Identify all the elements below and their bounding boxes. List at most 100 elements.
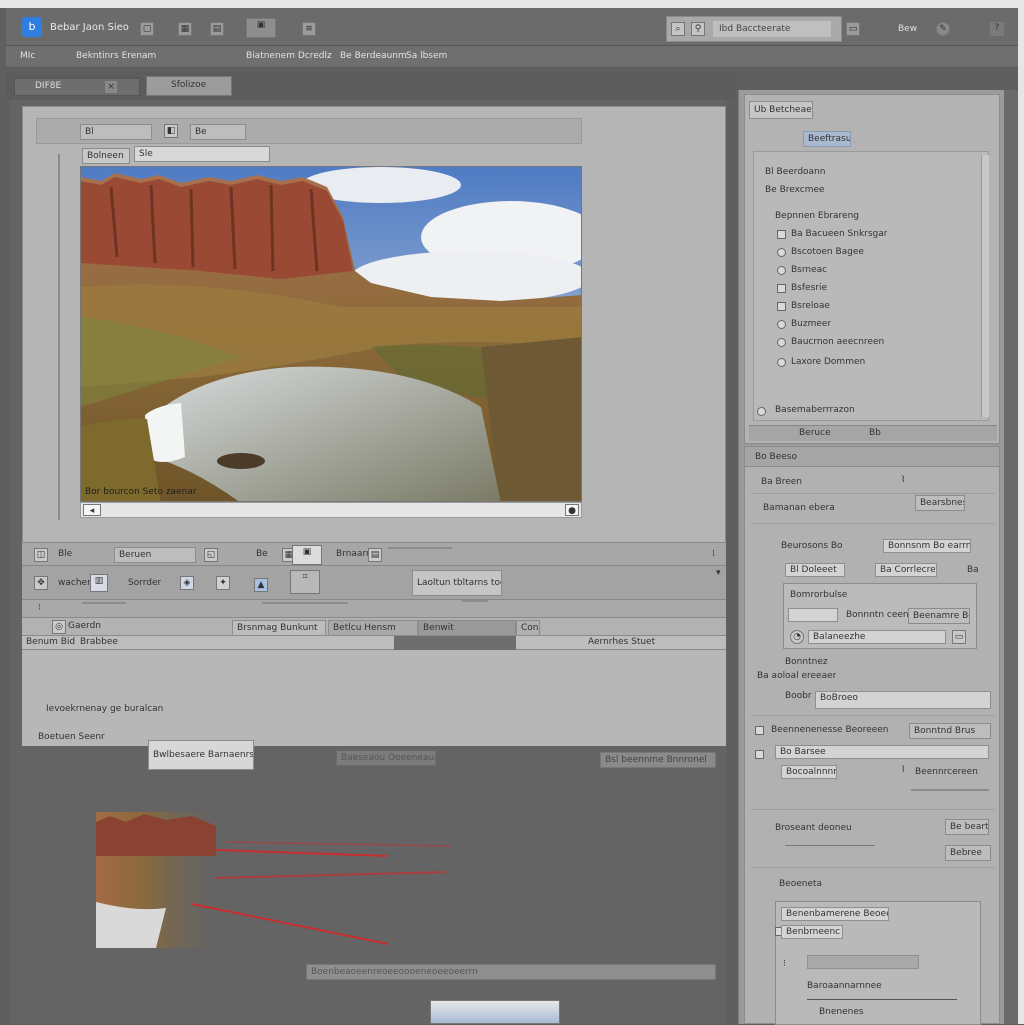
- menu-item-2[interactable]: Bekntinrs Erenam: [76, 51, 156, 61]
- props-section-btn2[interactable]: Bebree: [945, 845, 991, 861]
- props-box-icon[interactable]: ◔: [790, 630, 804, 644]
- panel-tab-active[interactable]: Beeftrasu: [803, 131, 851, 147]
- search-input[interactable]: Ibd Baccteerate: [713, 21, 831, 37]
- layer-tab-3[interactable]: [394, 636, 516, 650]
- props-final-check-label[interactable]: Benbrneenc: [781, 925, 843, 939]
- timeline-chip-1[interactable]: Beruen: [114, 547, 196, 563]
- menu-item-4[interactable]: Be Berdeaunm: [340, 51, 407, 61]
- props-sub3-check[interactable]: [755, 750, 764, 759]
- layer-row-2-label-1[interactable]: Gaerdn: [68, 621, 101, 631]
- panel-item-label-3[interactable]: Bsrneac: [791, 265, 827, 275]
- folder-icon[interactable]: ▢: [140, 22, 154, 36]
- doc-tool-icon[interactable]: ◧: [164, 124, 178, 138]
- lower-chip-a[interactable]: Baeseaou Ooeeneaurs: [336, 750, 436, 766]
- lower-chip-c[interactable]: Boenbeaoeenreoeeoooeneoeeoeerrn: [306, 964, 716, 980]
- panel-item-check-1[interactable]: [777, 230, 786, 239]
- panel-footer-radio[interactable]: [757, 407, 766, 416]
- panel-item-radio-8[interactable]: [777, 358, 786, 367]
- layer-tab-1[interactable]: Benum Bid: [26, 637, 75, 647]
- doc-tab[interactable]: DIF8E ×: [14, 78, 140, 96]
- secondary-tab[interactable]: Sfolizoe: [146, 76, 232, 96]
- tool-row-icon-6[interactable]: ⌗: [290, 570, 320, 594]
- scroll-left-icon[interactable]: ◂: [83, 504, 101, 516]
- tool-row-icon-1[interactable]: ✥: [34, 576, 48, 590]
- panel-item-check-5[interactable]: [777, 302, 786, 311]
- menu-item-3[interactable]: Biatnenem Dcredlz: [246, 51, 332, 61]
- timeline-label-2[interactable]: Be: [256, 549, 268, 559]
- panel-item-radio-2[interactable]: [777, 248, 786, 257]
- layer-row-1-chip-3[interactable]: [462, 600, 488, 602]
- preview-thumbnail[interactable]: [96, 812, 456, 948]
- doc-chip-1[interactable]: Bl: [80, 124, 152, 140]
- props-final-bar[interactable]: [807, 955, 919, 969]
- panel-icon[interactable]: ▣: [246, 18, 276, 38]
- menu-item-5[interactable]: Sa lbsem: [406, 51, 447, 61]
- props-field2[interactable]: Ba Corrlecreal: [875, 563, 937, 577]
- props-box-input[interactable]: Balaneezhe: [808, 630, 946, 644]
- tool-row-label-1[interactable]: wachen: [58, 578, 93, 588]
- status-pill[interactable]: Bwlbesaere Barnaenrs: [148, 740, 254, 770]
- props-final-field[interactable]: Benenbamerene Beoeerrmeee: [781, 907, 889, 921]
- doc-chip-3[interactable]: Bolneen: [82, 148, 130, 164]
- panel-item-label-2[interactable]: Bscotoen Bagee: [791, 247, 864, 257]
- tab-close-icon[interactable]: ×: [105, 81, 117, 93]
- panel-scrollbar[interactable]: [981, 155, 989, 417]
- timeline-icon-4[interactable]: ▣: [292, 545, 322, 565]
- props-field3[interactable]: Bocoalnnnn: [781, 765, 837, 779]
- layer-tab-2[interactable]: Brabbee: [80, 637, 118, 647]
- help-icon[interactable]: ?: [990, 22, 1004, 36]
- props-box-end-icon[interactable]: ▭: [952, 630, 966, 644]
- tool-row-icon-3[interactable]: ◈: [180, 576, 194, 590]
- layer-row-1-chip-1[interactable]: [82, 602, 126, 604]
- tool-row-label-2[interactable]: Sorrder: [128, 578, 161, 588]
- panel-item-label-6[interactable]: Buzmeer: [791, 319, 831, 329]
- menu-item-1[interactable]: MIc: [20, 51, 35, 61]
- panel-item-radio-7[interactable]: [777, 338, 786, 347]
- doc-chip-2[interactable]: Be: [190, 124, 246, 140]
- props-sub-button[interactable]: Bearsbnesnne: [915, 495, 965, 511]
- tool-row-chip[interactable]: Laoltun tbltarns toc: [412, 570, 502, 596]
- list-icon[interactable]: ≡: [302, 22, 316, 36]
- window-icon[interactable]: ▭: [846, 22, 860, 36]
- tool-row-icon-5[interactable]: ▲: [254, 578, 268, 592]
- timeline-icon-5[interactable]: ▤: [368, 548, 382, 562]
- tool-row-icon-2[interactable]: ▥: [90, 574, 108, 592]
- layer-row-2-icon[interactable]: ◎: [52, 620, 66, 634]
- panel-item-label-4[interactable]: Bsfesrie: [791, 283, 827, 293]
- canyon-photo[interactable]: Bor bourcon Seto zaenar: [80, 166, 582, 502]
- search-box[interactable]: ⌕ ⚲ Ibd Baccteerate: [666, 16, 842, 42]
- props-size-value[interactable]: BoBroeo: [815, 691, 991, 709]
- layers-icon[interactable]: ▤: [210, 22, 224, 36]
- props-check[interactable]: [755, 726, 764, 735]
- panel-item-radio-6[interactable]: [777, 320, 786, 329]
- app-logo[interactable]: b: [22, 17, 42, 37]
- props-check-label[interactable]: Beennenenesse Beoreeen: [771, 725, 889, 735]
- panel-item-radio-3[interactable]: [777, 266, 786, 275]
- doc-chip-4[interactable]: Sle: [134, 146, 270, 162]
- props-check-value[interactable]: Bonntnd Brus: [909, 723, 991, 739]
- props-wide-button[interactable]: [911, 789, 989, 791]
- scroll-right-icon[interactable]: ●: [565, 504, 579, 516]
- props-box-button[interactable]: Beenamre Bensenan: [908, 608, 970, 624]
- layer-row-1-chip-2[interactable]: [262, 602, 348, 604]
- layer-row-2-chip-2[interactable]: Betlcu Hensm: [328, 620, 418, 636]
- props-field1[interactable]: Bl Doleeet: [785, 563, 845, 577]
- props-row1-value[interactable]: Bonnsnm Bo earrnad: [883, 539, 971, 553]
- timeline-chip-2[interactable]: [388, 547, 452, 549]
- layer-row-2-chip-4[interactable]: Conrnoalusoe bonnrent: [516, 620, 540, 636]
- top-right-label[interactable]: Bew: [898, 24, 917, 34]
- props-section-btn1[interactable]: Be bearte: [945, 819, 989, 835]
- panel-item-label-5[interactable]: Bsreloae: [791, 301, 830, 311]
- layer-row-2-chip-1[interactable]: Brsnmag Bunkunt: [232, 620, 326, 636]
- panel-item-check-4[interactable]: [777, 284, 786, 293]
- panel-item-label-1[interactable]: Ba Bacueen Snkrsgar: [791, 229, 887, 239]
- props-box-field-a[interactable]: [788, 608, 838, 622]
- timeline-label-1[interactable]: Ble: [58, 549, 72, 559]
- timeline-icon-1[interactable]: ◫: [34, 548, 48, 562]
- lower-chip-b[interactable]: Bsl beennme Bnnronel: [600, 752, 716, 768]
- timeline-label-3[interactable]: Brnaarr: [336, 549, 370, 559]
- layer-tab-4[interactable]: Aernrhes Stuet: [588, 637, 655, 647]
- timeline-icon-2[interactable]: ◱: [204, 548, 218, 562]
- tool-row-icon-4[interactable]: ✦: [216, 576, 230, 590]
- layer-row-2-chip-3[interactable]: Benwit: [418, 620, 516, 636]
